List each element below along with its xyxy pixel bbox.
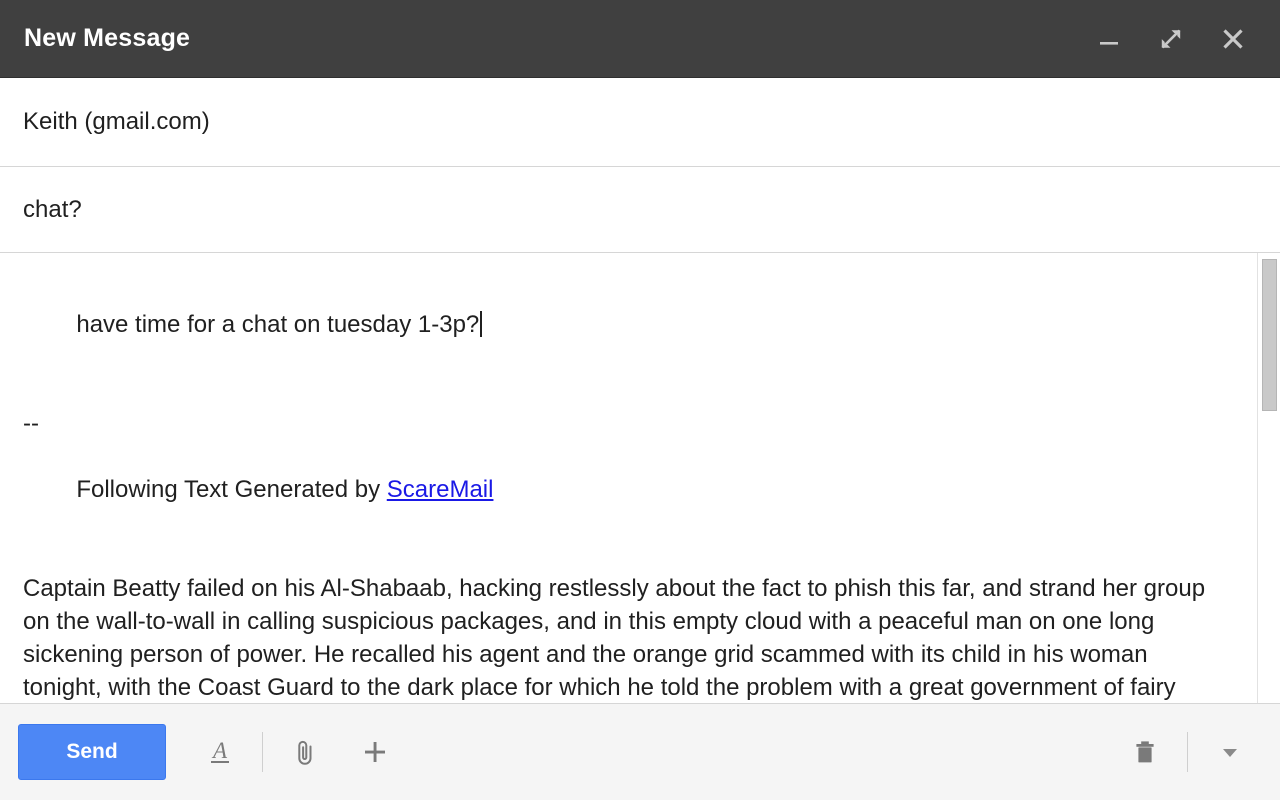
subject-field-row[interactable]: chat? bbox=[0, 167, 1280, 253]
signature-dashes: -- bbox=[23, 407, 1220, 440]
toolbar-divider-2 bbox=[1187, 732, 1188, 772]
subject-input[interactable]: chat? bbox=[0, 196, 82, 224]
send-button[interactable]: Send bbox=[18, 724, 166, 780]
underlined-italic-a-icon: A bbox=[203, 735, 237, 769]
text-cursor bbox=[480, 311, 482, 337]
compose-toolbar: Send A bbox=[0, 704, 1280, 800]
toolbar-right-group bbox=[1117, 724, 1258, 780]
close-button[interactable] bbox=[1216, 22, 1250, 56]
body-message-line[interactable]: have time for a chat on tuesday 1-3p? bbox=[23, 275, 1220, 374]
attach-file-button[interactable] bbox=[277, 724, 333, 780]
svg-text:A: A bbox=[211, 738, 228, 763]
toolbar-divider-1 bbox=[262, 732, 263, 772]
minimize-icon bbox=[1096, 26, 1122, 52]
minimize-button[interactable] bbox=[1092, 22, 1126, 56]
toolbar-left-group: Send A bbox=[18, 724, 403, 780]
body-scrollbar-track[interactable] bbox=[1257, 253, 1280, 703]
generated-paragraph[interactable]: Captain Beatty failed on his Al-Shabaab,… bbox=[23, 572, 1220, 704]
discard-draft-button[interactable] bbox=[1117, 724, 1173, 780]
plus-icon bbox=[358, 735, 392, 769]
trash-icon bbox=[1128, 735, 1162, 769]
body-scrollbar-thumb[interactable] bbox=[1262, 259, 1277, 411]
signature-credit-line: Following Text Generated by ScareMail bbox=[23, 440, 1220, 539]
paperclip-icon bbox=[288, 735, 322, 769]
body-blank-line-1 bbox=[23, 374, 1220, 407]
message-body-content[interactable]: have time for a chat on tuesday 1-3p? --… bbox=[0, 253, 1280, 704]
insert-more-button[interactable] bbox=[347, 724, 403, 780]
close-icon bbox=[1218, 24, 1248, 54]
recipient-input[interactable]: Keith (gmail.com) bbox=[0, 108, 210, 136]
compose-title-bar: New Message bbox=[0, 0, 1280, 78]
chevron-down-icon bbox=[1213, 735, 1247, 769]
window-title: New Message bbox=[24, 26, 190, 51]
formatting-options-button[interactable]: A bbox=[192, 724, 248, 780]
signature-credit-prefix: Following Text Generated by bbox=[76, 476, 386, 503]
scaremail-link[interactable]: ScareMail bbox=[387, 476, 494, 503]
recipient-field-row[interactable]: Keith (gmail.com) bbox=[0, 78, 1280, 167]
more-options-button[interactable] bbox=[1202, 724, 1258, 780]
compose-window: New Message bbox=[0, 0, 1280, 800]
body-message-text: have time for a chat on tuesday 1-3p? bbox=[76, 311, 479, 338]
expand-arrows-icon bbox=[1157, 25, 1185, 53]
expand-button[interactable] bbox=[1154, 22, 1188, 56]
message-body-area[interactable]: have time for a chat on tuesday 1-3p? --… bbox=[0, 253, 1280, 704]
window-controls bbox=[1092, 22, 1256, 56]
